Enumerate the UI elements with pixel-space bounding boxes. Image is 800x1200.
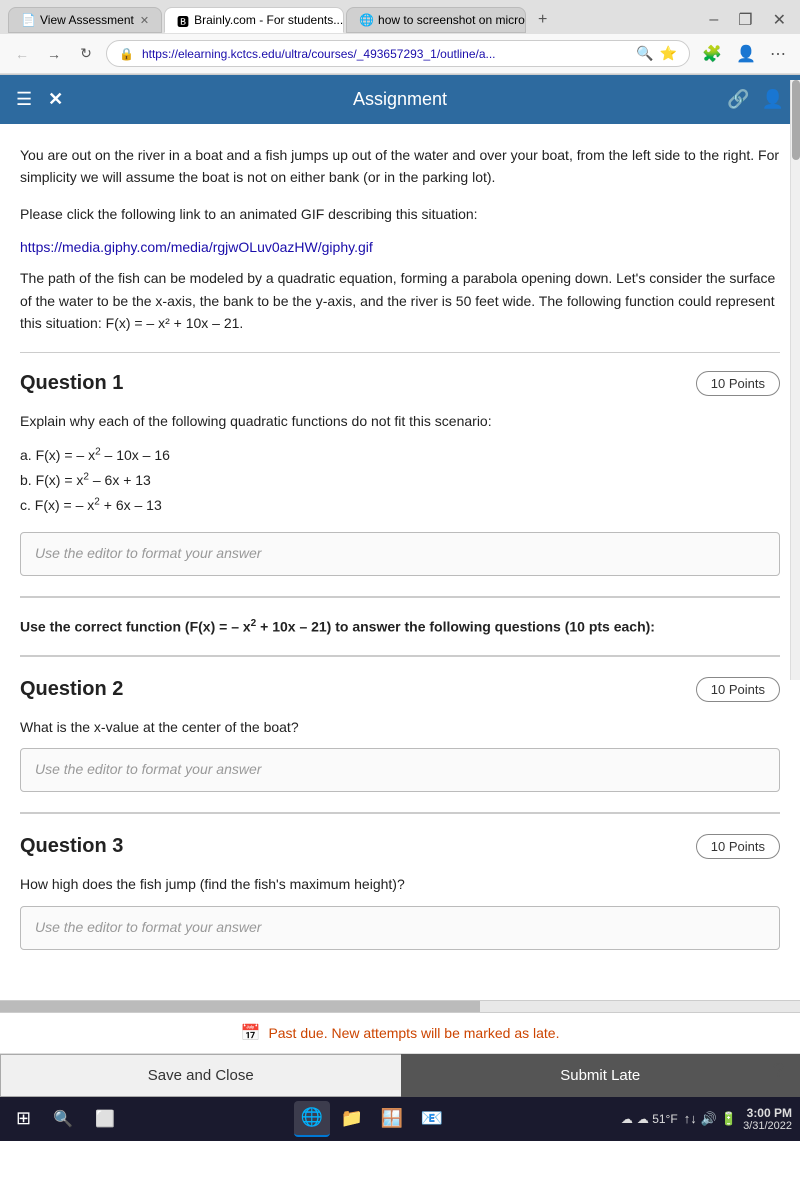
more-options-icon[interactable]: ⋯ bbox=[766, 42, 790, 66]
action-buttons: Save and Close Submit Late bbox=[0, 1053, 800, 1097]
start-button[interactable]: ⊞ bbox=[8, 1104, 39, 1133]
tab-label-screenshot: how to screenshot on micro bbox=[378, 13, 525, 27]
option-1a: a. F(x) = – x2 – 10x – 16 bbox=[20, 443, 780, 468]
question-1-block: Question 1 10 Points Explain why each of… bbox=[20, 371, 780, 576]
past-due-bar: 📅 Past due. New attempts will be marked … bbox=[0, 1013, 800, 1053]
question-1-answer-box[interactable]: Use the editor to format your answer bbox=[20, 532, 780, 576]
question-1-points: 10 Points bbox=[696, 371, 780, 396]
tab-label-assessment: View Assessment bbox=[40, 13, 134, 27]
tab-close-assessment[interactable]: ✕ bbox=[140, 14, 149, 27]
taskbar-weather[interactable]: ☁ ☁ 51°F bbox=[621, 1112, 678, 1126]
url-text: https://elearning.kctcs.edu/ultra/course… bbox=[142, 47, 628, 61]
past-due-text: Past due. New attempts will be marked as… bbox=[268, 1025, 559, 1041]
temperature: ☁ 51°F bbox=[637, 1112, 678, 1126]
scrollbar-thumb[interactable] bbox=[792, 80, 800, 160]
taskbar-system-icons: ↑↓ 🔊 🔋 bbox=[684, 1111, 737, 1127]
question-3-block: Question 3 10 Points How high does the f… bbox=[20, 834, 780, 949]
question-2-answer-box[interactable]: Use the editor to format your answer bbox=[20, 748, 780, 792]
url-input[interactable]: 🔒 https://elearning.kctcs.edu/ultra/cour… bbox=[106, 40, 690, 67]
extensions-icon[interactable]: 🧩 bbox=[698, 42, 726, 66]
address-bar: ← → ↻ 🔒 https://elearning.kctcs.edu/ultr… bbox=[0, 34, 800, 74]
taskbar: ⊞ 🔍 ⬜ 🌐 📁 🪟 📧 ☁ ☁ 51°F ↑↓ 🔊 🔋 3:00 PM 3/… bbox=[0, 1097, 800, 1141]
tab-screenshot[interactable]: 🌐 how to screenshot on micro ✕ bbox=[346, 7, 526, 33]
question-2-points: 10 Points bbox=[696, 677, 780, 702]
close-assignment[interactable]: ✕ bbox=[48, 89, 63, 110]
question-2-title: Question 2 bbox=[20, 678, 123, 701]
intro-paragraph-1: You are out on the river in a boat and a… bbox=[20, 144, 780, 189]
volume-icon[interactable]: 🔊 bbox=[701, 1111, 717, 1127]
question-3-placeholder: Use the editor to format your answer bbox=[35, 919, 261, 935]
window-controls: – ❐ ✕ bbox=[703, 8, 792, 32]
assignment-title: Assignment bbox=[353, 89, 447, 110]
profile-icon[interactable]: 👤 bbox=[732, 42, 760, 66]
forward-button[interactable]: → bbox=[42, 42, 66, 66]
question-3-answer-box[interactable]: Use the editor to format your answer bbox=[20, 906, 780, 950]
question-1-options: a. F(x) = – x2 – 10x – 16 b. F(x) = x2 –… bbox=[20, 443, 780, 519]
tab-icon-assessment: 📄 bbox=[21, 13, 35, 27]
tab-view-assessment[interactable]: 📄 View Assessment ✕ bbox=[8, 7, 162, 33]
clock-date: 3/31/2022 bbox=[743, 1120, 792, 1132]
task-view-button[interactable]: ⬜ bbox=[87, 1105, 123, 1133]
intro-paragraph-3: The path of the fish can be modeled by a… bbox=[20, 267, 780, 334]
taskbar-clock[interactable]: 3:00 PM 3/31/2022 bbox=[743, 1106, 792, 1132]
question-3-title: Question 3 bbox=[20, 835, 123, 858]
divider-after-intro bbox=[20, 352, 780, 353]
help-icon[interactable]: ? bbox=[773, 1060, 784, 1083]
bookmark-icon[interactable]: ⭐ bbox=[660, 45, 677, 62]
taskbar-app-mail[interactable]: 📧 bbox=[414, 1101, 450, 1137]
section-intro-text: Use the correct function (F(x) = – x2 + … bbox=[20, 618, 780, 635]
close-window-button[interactable]: ✕ bbox=[767, 8, 792, 32]
refresh-button[interactable]: ↻ bbox=[74, 42, 98, 66]
main-content: You are out on the river in a boat and a… bbox=[0, 124, 800, 1012]
question-1-header: Question 1 10 Points bbox=[20, 371, 780, 396]
taskbar-apps: 🌐 📁 🪟 📧 bbox=[129, 1101, 615, 1137]
lock-icon: 🔒 bbox=[119, 47, 134, 61]
tab-icon-brainly: 🅱 bbox=[177, 13, 189, 27]
question-2-block: Question 2 10 Points What is the x-value… bbox=[20, 677, 780, 792]
tab-brainly[interactable]: 🅱 Brainly.com - For students... ✕ bbox=[164, 7, 344, 33]
search-url-icon[interactable]: 🔍 bbox=[636, 45, 653, 62]
question-3-points: 10 Points bbox=[696, 834, 780, 859]
section-divider-2 bbox=[20, 655, 780, 657]
horizontal-scrollbar[interactable] bbox=[0, 1000, 800, 1012]
section-divider-1 bbox=[20, 596, 780, 598]
vertical-scrollbar[interactable] bbox=[790, 80, 800, 680]
question-1-title: Question 1 bbox=[20, 372, 123, 395]
maximize-button[interactable]: ❐ bbox=[732, 8, 758, 32]
network-icon[interactable]: ↑↓ bbox=[684, 1111, 697, 1126]
past-due-icon: 📅 bbox=[241, 1023, 261, 1043]
tab-icon-screenshot: 🌐 bbox=[359, 13, 373, 27]
question-3-text: How high does the fish jump (find the fi… bbox=[20, 873, 780, 895]
giphy-link[interactable]: https://media.giphy.com/media/rgjwOLuv0a… bbox=[20, 239, 373, 255]
back-button[interactable]: ← bbox=[10, 42, 34, 66]
question-3-header: Question 3 10 Points bbox=[20, 834, 780, 859]
taskbar-app-store[interactable]: 🪟 bbox=[374, 1101, 410, 1137]
tab-label-brainly: Brainly.com - For students... bbox=[194, 13, 343, 27]
option-1c: c. F(x) = – x2 + 6x – 13 bbox=[20, 493, 780, 518]
assignment-header: ☰ ✕ Assignment 🔗 👤 bbox=[0, 75, 800, 124]
taskbar-right: ☁ ☁ 51°F ↑↓ 🔊 🔋 3:00 PM 3/31/2022 bbox=[621, 1106, 792, 1132]
clock-time: 3:00 PM bbox=[743, 1106, 792, 1120]
question-2-text: What is the x-value at the center of the… bbox=[20, 716, 780, 738]
question-2-header: Question 2 10 Points bbox=[20, 677, 780, 702]
hamburger-menu[interactable]: ☰ bbox=[16, 89, 32, 110]
new-tab-button[interactable]: + bbox=[528, 6, 557, 34]
taskbar-app-explorer[interactable]: 📁 bbox=[334, 1101, 370, 1137]
bottom-bar: 📅 Past due. New attempts will be marked … bbox=[0, 1012, 800, 1097]
option-1b: b. F(x) = x2 – 6x + 13 bbox=[20, 468, 780, 493]
minimize-button[interactable]: – bbox=[703, 9, 724, 31]
question-2-placeholder: Use the editor to format your answer bbox=[35, 761, 261, 777]
search-button[interactable]: 🔍 bbox=[45, 1105, 81, 1133]
link-header-icon[interactable]: 🔗 bbox=[727, 89, 749, 110]
submit-late-button[interactable]: Submit Late bbox=[401, 1054, 800, 1097]
intro-paragraph-2: Please click the following link to an an… bbox=[20, 203, 780, 225]
section-divider-3 bbox=[20, 812, 780, 814]
question-1-placeholder: Use the editor to format your answer bbox=[35, 545, 261, 561]
taskbar-app-browser[interactable]: 🌐 bbox=[294, 1101, 330, 1137]
question-1-text: Explain why each of the following quadra… bbox=[20, 410, 780, 432]
battery-icon[interactable]: 🔋 bbox=[721, 1111, 737, 1127]
save-close-button[interactable]: Save and Close bbox=[0, 1054, 401, 1097]
user-header-icon[interactable]: 👤 bbox=[762, 89, 784, 110]
